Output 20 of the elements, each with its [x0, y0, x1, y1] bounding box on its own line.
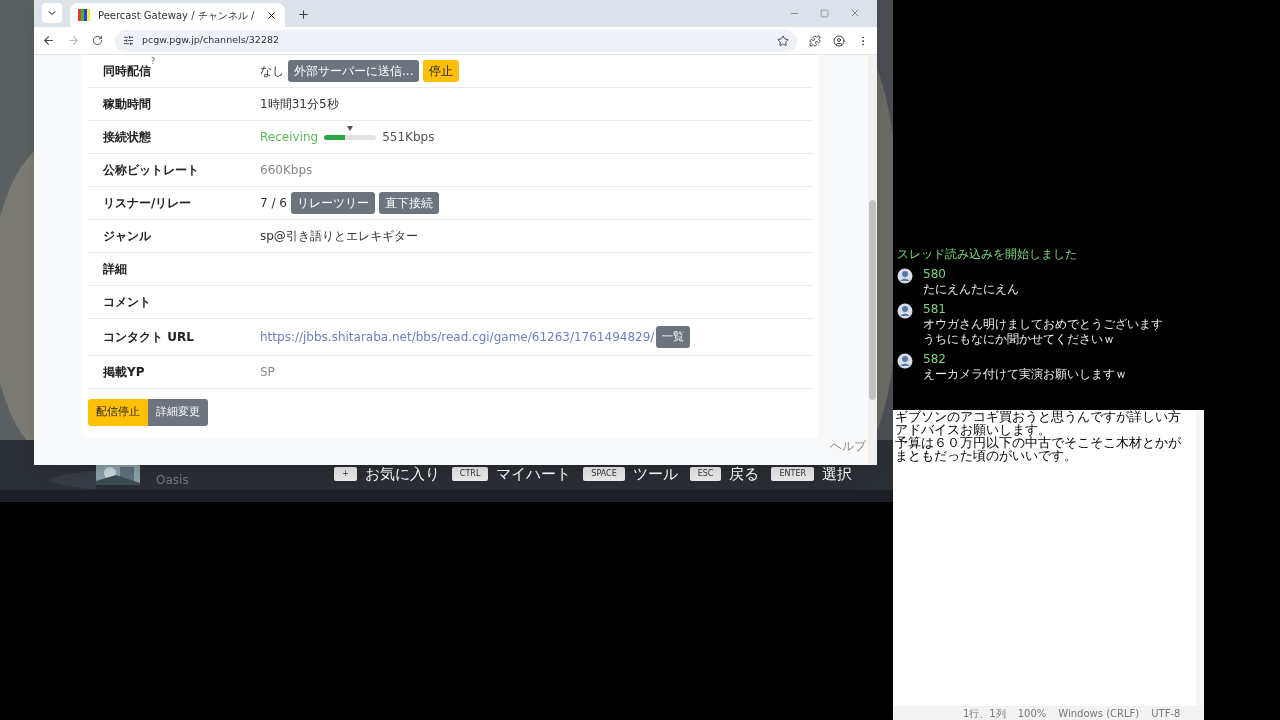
avatar-icon	[897, 303, 913, 319]
text-area[interactable]: ギブソンのアコギ買おうと思うんですが詳しい方 アドバイスお願いします。 予算は６０万円以下の中古でそこそこ木材とかが まともだった頃のがいいです。	[893, 410, 1196, 706]
text-line: アドバイスお願いします。	[895, 423, 1051, 436]
text-line: ギブソンのアコギ買おうと思うんですが詳しい方	[895, 410, 1182, 423]
post-text: オウガさん明けましておめでとうございます	[923, 317, 1163, 332]
status-item: 100%	[1017, 706, 1047, 720]
post-number: 581	[923, 302, 947, 317]
status-item: 1行、1列	[963, 706, 1006, 720]
text-line: 予算は６０万円以下の中古でそこそこ木材とかが	[895, 436, 1182, 449]
post-number: 582	[923, 352, 947, 367]
post-text: うちにもなにか聞かせてくださいｗ	[923, 332, 1116, 347]
text-line: まともだった頃のがいいです。	[895, 449, 1078, 462]
post-text: たにえんたにえん	[923, 282, 1019, 297]
post-text: えーカメラ付けて実演お願いしますｗ	[923, 367, 1127, 382]
chat-status: スレッド読み込みを開始しました	[897, 247, 1078, 262]
status-item: UTF-8	[1151, 706, 1181, 720]
post-number: 580	[923, 267, 947, 282]
status-item: Windows (CRLF)	[1058, 706, 1140, 720]
avatar-icon	[897, 353, 913, 369]
avatar-icon	[897, 268, 913, 284]
